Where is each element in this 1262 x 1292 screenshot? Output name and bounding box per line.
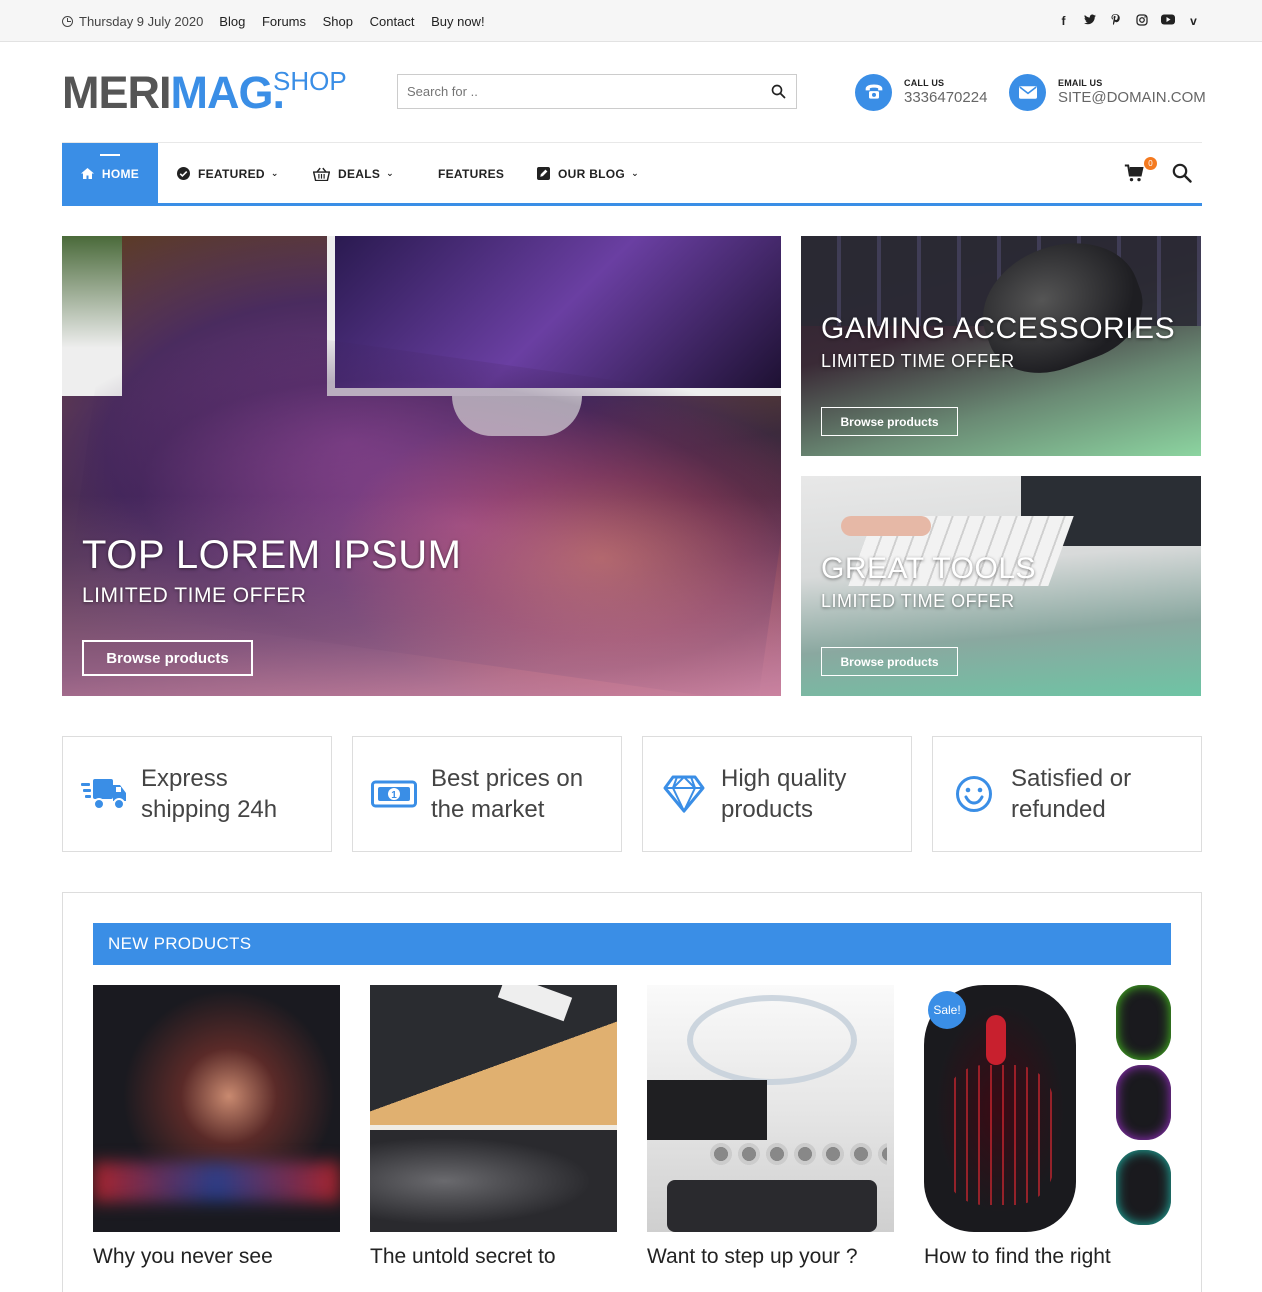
youtube-icon[interactable] [1161, 14, 1175, 28]
top-link-shop[interactable]: Shop [323, 14, 353, 29]
nav-our-blog[interactable]: OUR BLOG ⌄ [537, 143, 639, 204]
logo-part-mag: MAG [170, 67, 274, 118]
product-title[interactable]: Why you never see [93, 1244, 340, 1270]
phone-icon [855, 73, 892, 111]
hero-main-subtitle: LIMITED TIME OFFER [82, 584, 307, 607]
truck-icon [81, 771, 127, 817]
top-link-contact[interactable]: Contact [370, 14, 415, 29]
chevron-down-icon: ⌄ [386, 168, 395, 178]
money-icon: 1 [371, 771, 417, 817]
sale-badge: Sale! [928, 991, 966, 1029]
date-text: Thursday 9 July 2020 [79, 13, 204, 29]
call-label: CALL US [904, 78, 945, 88]
nav-features[interactable]: FEATURES [438, 143, 504, 204]
basket-icon [313, 167, 330, 181]
feature-line: refunded [1011, 796, 1106, 823]
cart-icon[interactable] [1124, 163, 1144, 183]
top-link-blog[interactable]: Blog [219, 14, 245, 29]
feature-line: High quality [721, 765, 847, 792]
hero-tools-browse-button[interactable]: Browse products [821, 647, 958, 676]
svg-text:1: 1 [391, 790, 397, 801]
nav-deals-label: DEALS [338, 166, 381, 181]
product-title[interactable]: Want to step up your ? [647, 1244, 894, 1270]
clock-icon [62, 15, 73, 27]
hero-main-banner[interactable]: TOP LOREM IPSUM LIMITED TIME OFFER Brows… [62, 236, 781, 696]
logo-shop: SHOP [273, 66, 347, 96]
feature-line: Express [141, 765, 228, 792]
header-search [397, 74, 797, 109]
hero-main-browse-button[interactable]: Browse products [82, 640, 253, 676]
smile-icon [951, 771, 997, 817]
feature-satisfied-refunded: Satisfied or refunded [932, 736, 1202, 852]
feature-line: products [721, 796, 814, 823]
search-input[interactable] [398, 75, 758, 108]
hero-gaming-title: GAMING ACCESSORIES [821, 312, 1176, 345]
nav-featured[interactable]: FEATURED ⌄ [177, 143, 279, 204]
feature-express-shipping: Express shipping 24h [62, 736, 332, 852]
feature-high-quality: High quality products [642, 736, 912, 852]
top-link-forums[interactable]: Forums [262, 14, 306, 29]
main-nav: HOME FEATURED ⌄ DEALS ⌄ FEATURES OUR BLO… [62, 142, 1202, 206]
edit-icon [537, 167, 550, 180]
hero-gaming-subtitle: LIMITED TIME OFFER [821, 351, 1015, 371]
email-address: SITE@DOMAIN.COM [1058, 89, 1206, 106]
home-icon [80, 168, 94, 179]
top-link-buy-now[interactable]: Buy now! [431, 14, 484, 29]
facebook-icon[interactable]: f [1057, 14, 1070, 28]
feature-line: shipping 24h [141, 796, 278, 823]
hero-main-title: TOP LOREM IPSUM [82, 533, 462, 577]
feature-line: Best prices on [431, 765, 584, 792]
nav-home-label: HOME [101, 166, 140, 181]
feature-line: Satisfied or [1011, 765, 1132, 792]
hero-tools-title: GREAT TOOLS [821, 552, 1037, 585]
logo-wordmark: MERIMAG. [62, 67, 285, 118]
nav-deals[interactable]: DEALS ⌄ [313, 143, 394, 204]
nav-featured-label: FEATURED [198, 166, 265, 181]
logo-part-meri: MERI [62, 67, 171, 118]
hero-tools-banner[interactable]: GREAT TOOLS LIMITED TIME OFFER Browse pr… [801, 476, 1201, 696]
product-image[interactable] [647, 985, 894, 1232]
twitter-icon[interactable] [1083, 14, 1096, 28]
cart-count-badge: 0 [1144, 157, 1157, 170]
hero-gaming-browse-button[interactable]: Browse products [821, 407, 958, 436]
hero-image-hand [841, 516, 931, 536]
search-icon[interactable] [771, 84, 786, 99]
call-us[interactable]: CALL US 3336470224 [855, 73, 987, 111]
site-logo[interactable]: MERIMAG. SHOP [62, 67, 347, 118]
product-image[interactable]: Sale! [924, 985, 1171, 1232]
new-products-heading: NEW PRODUCTS [93, 923, 1171, 965]
vimeo-icon[interactable]: v [1187, 14, 1200, 28]
nav-blog-label: OUR BLOG [558, 166, 626, 181]
product-title[interactable]: The untold secret to [370, 1244, 617, 1270]
top-bar: Thursday 9 July 2020 Blog Forums Shop Co… [0, 0, 1262, 42]
date-display: Thursday 9 July 2020 [62, 14, 203, 29]
hero-gaming-banner[interactable]: GAMING ACCESSORIES LIMITED TIME OFFER Br… [801, 236, 1201, 456]
product-image[interactable] [93, 985, 340, 1232]
feature-line: the market [431, 796, 545, 823]
call-number: 3336470224 [904, 89, 988, 106]
diamond-icon [661, 771, 707, 817]
instagram-icon[interactable] [1135, 13, 1148, 29]
check-circle-icon [177, 167, 190, 180]
feature-best-prices: 1 Best prices on the market [352, 736, 622, 852]
envelope-icon [1009, 73, 1046, 111]
search-icon[interactable] [1172, 163, 1192, 183]
hero-tools-subtitle: LIMITED TIME OFFER [821, 591, 1015, 611]
nav-home[interactable]: HOME [62, 143, 158, 204]
email-us[interactable]: EMAIL US SITE@DOMAIN.COM [1009, 73, 1206, 111]
social-links: f v [1057, 13, 1200, 29]
pinterest-icon[interactable] [1109, 13, 1122, 29]
chevron-down-icon: ⌄ [270, 168, 279, 178]
top-links: Blog Forums Shop Contact Buy now! [219, 14, 497, 29]
chevron-down-icon: ⌄ [631, 168, 639, 178]
nav-features-label: FEATURES [438, 166, 505, 181]
product-image[interactable] [370, 985, 617, 1232]
product-title[interactable]: How to find the right [924, 1244, 1171, 1270]
email-label: EMAIL US [1058, 78, 1103, 88]
